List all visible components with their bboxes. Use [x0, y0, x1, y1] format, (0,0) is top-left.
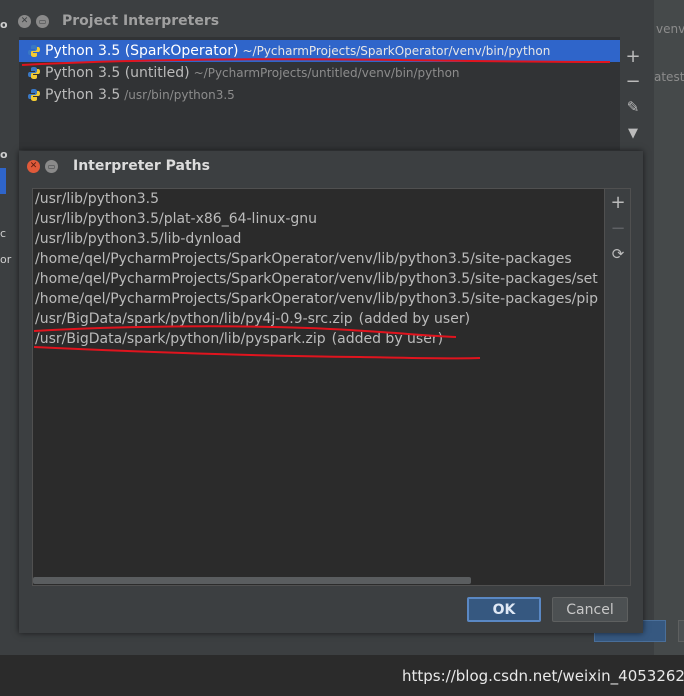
interpreter-paths-title-bar: ✕ ▭ Interpreter Paths [19, 151, 643, 181]
python-icon [28, 45, 40, 57]
dialog-title: Interpreter Paths [73, 158, 210, 174]
interpreter-toolbar: + − ✎ ▼ [620, 37, 646, 150]
path-item[interactable]: /usr/lib/python3.5 [35, 189, 159, 209]
interpreter-path: /usr/bin/python3.5 [124, 88, 235, 102]
interpreter-name: Python 3.5 (untitled) [45, 65, 190, 81]
paths-toolbar: + − ⟳ [605, 188, 631, 586]
bg-sidebar-selection [0, 168, 6, 194]
path-item[interactable]: /home/qel/PycharmProjects/SparkOperator/… [35, 289, 598, 309]
interpreter-path: ~/PycharmProjects/untitled/venv/bin/pyth… [193, 66, 460, 80]
interpreter-item[interactable]: Python 3.5 (SparkOperator) ~/PycharmProj… [19, 40, 620, 62]
path-text: /home/qel/PycharmProjects/SparkOperator/… [35, 291, 598, 307]
bg-right-text-1: venv/ [656, 22, 684, 36]
path-note: (added by user) [358, 311, 471, 327]
interpreter-item[interactable]: Python 3.5 (untitled) ~/PycharmProjects/… [19, 62, 620, 84]
close-icon[interactable]: ✕ [27, 159, 40, 173]
interpreter-name: Python 3.5 [45, 87, 121, 103]
settings-right-panel [654, 0, 684, 655]
edit-icon[interactable]: ✎ [620, 96, 646, 118]
remove-icon[interactable]: − [620, 70, 646, 92]
path-text: /usr/BigData/spark/python/lib/py4j-0.9-s… [35, 311, 353, 327]
path-item[interactable]: /usr/BigData/spark/python/lib/pyspark.zi… [35, 329, 443, 349]
bg-cancel-button[interactable] [678, 620, 684, 642]
python-icon [28, 89, 40, 101]
close-icon[interactable]: ✕ [18, 14, 31, 28]
bg-right-text-2: atest [654, 70, 684, 84]
path-text: /home/qel/PycharmProjects/SparkOperator/… [35, 271, 598, 287]
interpreter-item[interactable]: Python 3.5 /usr/bin/python3.5 [19, 84, 620, 106]
dialog-title: Project Interpreters [62, 13, 220, 29]
path-item[interactable]: /usr/lib/python3.5/lib-dynload [35, 229, 241, 249]
path-text: /home/qel/PycharmProjects/SparkOperator/… [35, 251, 572, 267]
path-text: /usr/lib/python3.5 [35, 191, 159, 207]
bg-left-letter-4: or [0, 253, 12, 266]
watermark: https://blog.csdn.net/weixin_40532625 [402, 667, 684, 685]
horizontal-scrollbar-thumb[interactable] [33, 577, 471, 584]
path-text: /usr/lib/python3.5/plat-x86_64-linux-gnu [35, 211, 318, 227]
add-icon[interactable]: + [620, 45, 646, 67]
path-item[interactable]: /home/qel/PycharmProjects/SparkOperator/… [35, 269, 598, 289]
interpreter-path: ~/PycharmProjects/SparkOperator/venv/bin… [242, 44, 551, 58]
minimize-icon[interactable]: ▭ [45, 159, 58, 173]
filter-icon[interactable]: ▼ [620, 122, 646, 144]
path-note: (added by user) [331, 331, 444, 347]
interpreter-name: Python 3.5 (SparkOperator) [45, 43, 239, 59]
interpreter-list[interactable]: Python 3.5 (SparkOperator) ~/PycharmProj… [19, 37, 620, 150]
path-item[interactable]: /home/qel/PycharmProjects/SparkOperator/… [35, 249, 572, 269]
remove-icon[interactable]: − [605, 217, 631, 239]
bg-left-letter-3: c [0, 227, 7, 240]
cancel-button[interactable]: Cancel [552, 597, 628, 622]
bg-left-letter-1: o [0, 18, 8, 31]
path-item[interactable]: /usr/lib/python3.5/plat-x86_64-linux-gnu [35, 209, 317, 229]
add-icon[interactable]: + [605, 191, 631, 213]
reload-icon[interactable]: ⟳ [605, 243, 631, 265]
path-text: /usr/lib/python3.5/lib-dynload [35, 231, 242, 247]
interpreter-paths-dialog: ✕ ▭ Interpreter Paths /usr/lib/python3.5… [19, 151, 643, 633]
path-text: /usr/BigData/spark/python/lib/pyspark.zi… [35, 331, 326, 347]
bg-left-letter-2: o [0, 148, 8, 161]
minimize-icon[interactable]: ▭ [36, 14, 49, 28]
path-item[interactable]: /usr/BigData/spark/python/lib/py4j-0.9-s… [35, 309, 470, 329]
ok-button[interactable]: OK [467, 597, 541, 622]
paths-list[interactable]: /usr/lib/python3.5 /usr/lib/python3.5/pl… [32, 188, 605, 586]
python-icon [28, 67, 40, 79]
project-interpreters-title-bar: ✕ ▭ Project Interpreters [18, 5, 654, 37]
